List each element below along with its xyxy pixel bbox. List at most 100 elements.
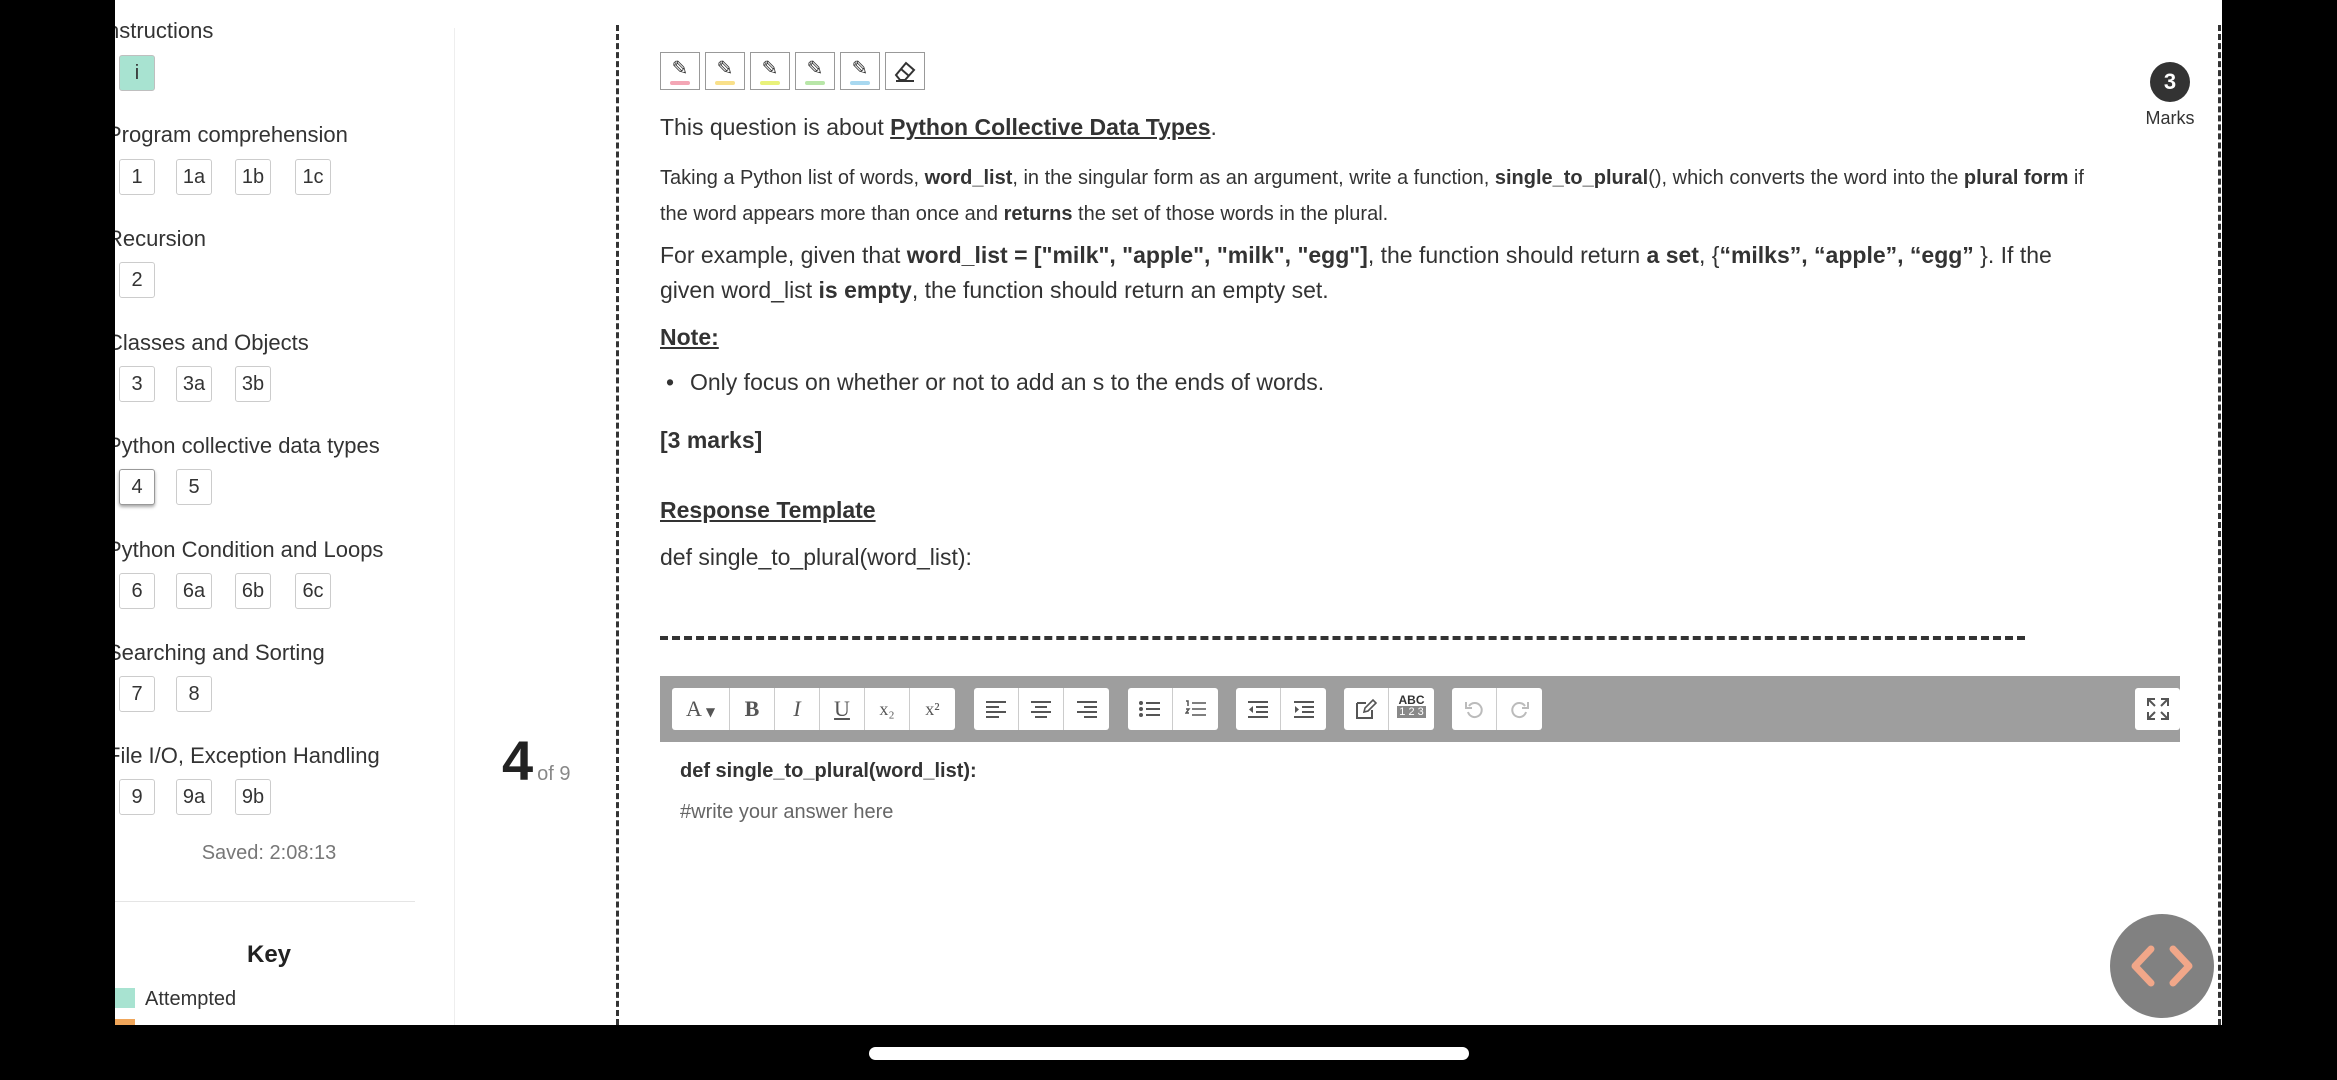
italic-button[interactable]: I bbox=[775, 688, 820, 730]
editor-toolbar: A ▼ B I U x₂ x² ABC 1 2 3 bbox=[660, 676, 2180, 742]
bulleted-list-icon bbox=[1139, 701, 1160, 717]
pencil-icon: ✎ bbox=[716, 58, 734, 80]
nav-button-8[interactable]: 8 bbox=[176, 676, 212, 712]
nav-button-5[interactable]: 5 bbox=[176, 469, 212, 505]
p1-bold: returns bbox=[1003, 203, 1073, 225]
question-paragraph-1: Taking a Python list of words, word_list… bbox=[660, 160, 2100, 232]
edit-pencil-icon bbox=[1356, 698, 1378, 719]
fullscreen-group bbox=[2135, 688, 2180, 730]
superscript-button[interactable]: x² bbox=[910, 688, 955, 730]
numbered-list-button[interactable] bbox=[1173, 688, 1218, 730]
history-group bbox=[1452, 688, 1542, 730]
spell-check-icon: ABC 1 2 3 bbox=[1397, 693, 1426, 718]
nav-button-9a[interactable]: 9a bbox=[176, 779, 212, 815]
question-counter: 4 of 9 bbox=[502, 728, 571, 793]
underline-button[interactable]: U bbox=[820, 688, 865, 730]
nav-button-6[interactable]: 6 bbox=[119, 573, 155, 609]
caret-down-icon: ▼ bbox=[705, 705, 716, 719]
question-panel: ✎ ✎ ✎ ✎ ✎ This question is about Python … bbox=[660, 0, 2200, 1025]
nav-button-3a[interactable]: 3a bbox=[176, 366, 212, 402]
p1-text: the set of those words in the plural. bbox=[1072, 203, 1389, 225]
highlighter-orange-button[interactable]: ✎ bbox=[705, 52, 745, 90]
undo-button[interactable] bbox=[1452, 688, 1497, 730]
nav-button-6a[interactable]: 6a bbox=[176, 573, 212, 609]
nav-button-7[interactable]: 7 bbox=[119, 676, 155, 712]
spell-bottom-label: 1 2 3 bbox=[1397, 706, 1426, 718]
numbered-list-icon bbox=[1184, 700, 1206, 716]
nav-button-4[interactable]: 4 bbox=[119, 469, 155, 505]
app-screen: nstructions i Program comprehension 1 1a… bbox=[115, 0, 2222, 1025]
nav-button-3b[interactable]: 3b bbox=[235, 366, 271, 402]
font-dropdown-button[interactable]: A ▼ bbox=[672, 688, 730, 730]
p1-bold: plural form bbox=[1963, 167, 2069, 189]
home-indicator[interactable] bbox=[869, 1047, 1469, 1060]
align-right-button[interactable] bbox=[1064, 688, 1109, 730]
align-left-button[interactable] bbox=[974, 688, 1019, 730]
fullscreen-button[interactable] bbox=[2135, 688, 2180, 730]
content-left-border bbox=[616, 25, 619, 1025]
nav-button-1b[interactable]: 1b bbox=[235, 159, 271, 195]
template-divider bbox=[660, 636, 2025, 640]
nav-button-9b[interactable]: 9b bbox=[235, 779, 271, 815]
nav-button-1c[interactable]: 1c bbox=[295, 159, 331, 195]
align-center-icon bbox=[1031, 701, 1051, 718]
pencil-icon: ✎ bbox=[851, 58, 869, 80]
key-attempted: Attempted bbox=[115, 988, 236, 1011]
nav-button-9[interactable]: 9 bbox=[119, 779, 155, 815]
editor-code-line: def single_to_plural(word_list): bbox=[680, 760, 977, 782]
p2-text: For example, given that bbox=[660, 242, 907, 268]
subscript-button[interactable]: x₂ bbox=[865, 688, 910, 730]
nav-button-2[interactable]: 2 bbox=[119, 262, 155, 298]
nav-button-i[interactable]: i bbox=[119, 55, 155, 91]
p2-bold: “milks”, “apple”, “egg” bbox=[1719, 242, 1974, 268]
nav-button-1a[interactable]: 1a bbox=[176, 159, 212, 195]
section-title-python-collective-data-types: Python collective data types bbox=[115, 433, 380, 458]
nav-button-3[interactable]: 3 bbox=[119, 366, 155, 402]
sidebar-divider bbox=[454, 28, 455, 1025]
marks-text: [3 marks] bbox=[660, 427, 763, 453]
edit-tools-group: ABC 1 2 3 bbox=[1344, 688, 1434, 730]
highlighter-pink-button[interactable]: ✎ bbox=[660, 52, 700, 90]
spell-top-label: ABC bbox=[1398, 693, 1425, 707]
marks-badge: 3 Marks bbox=[2145, 62, 2195, 129]
fullscreen-icon bbox=[2146, 698, 2169, 720]
bold-button[interactable]: B bbox=[730, 688, 775, 730]
section-title-classes-and-objects: Classes and Objects bbox=[115, 330, 309, 355]
redo-icon bbox=[1510, 702, 1529, 719]
p2-bold: a set bbox=[1646, 242, 1699, 268]
response-template-heading: Response Template bbox=[660, 497, 876, 523]
editor-comment-line: #write your answer here bbox=[680, 801, 894, 823]
content-right-border bbox=[2218, 25, 2221, 1025]
text-format-group: A ▼ B I U x₂ x² bbox=[672, 688, 955, 730]
nav-button-6b[interactable]: 6b bbox=[235, 573, 271, 609]
question-navigator-sidebar: nstructions i Program comprehension 1 1a… bbox=[115, 0, 455, 1025]
highlighter-yellow-button[interactable]: ✎ bbox=[750, 52, 790, 90]
pink-swatch bbox=[670, 81, 690, 85]
yellow-swatch bbox=[760, 81, 780, 85]
edit-button[interactable] bbox=[1344, 688, 1389, 730]
highlighter-toolbar: ✎ ✎ ✎ ✎ ✎ bbox=[660, 52, 925, 90]
highlighter-blue-button[interactable]: ✎ bbox=[840, 52, 880, 90]
note-bullet: Only focus on whether or not to add an s… bbox=[666, 369, 1324, 396]
indent-button[interactable] bbox=[1281, 688, 1326, 730]
flagged-swatch bbox=[115, 1019, 135, 1025]
indent-group bbox=[1236, 688, 1326, 730]
highlighter-green-button[interactable]: ✎ bbox=[795, 52, 835, 90]
bulleted-list-button[interactable] bbox=[1128, 688, 1173, 730]
saved-timestamp: Saved: 2:08:13 bbox=[201, 842, 337, 864]
p1-bold: word_list bbox=[924, 167, 1013, 189]
question-intro: This question is about Python Collective… bbox=[660, 114, 1217, 141]
outdent-button[interactable] bbox=[1236, 688, 1281, 730]
eraser-button[interactable] bbox=[885, 52, 925, 90]
answer-editor[interactable]: def single_to_plural(word_list): #write … bbox=[660, 742, 2180, 1025]
redo-button[interactable] bbox=[1497, 688, 1542, 730]
code-view-fab[interactable] bbox=[2110, 914, 2214, 1018]
align-left-icon bbox=[986, 701, 1006, 718]
alignment-group bbox=[974, 688, 1109, 730]
nav-button-6c[interactable]: 6c bbox=[295, 573, 331, 609]
spell-check-button[interactable]: ABC 1 2 3 bbox=[1389, 688, 1434, 730]
outdent-icon bbox=[1248, 701, 1268, 718]
total-questions: of 9 bbox=[537, 763, 571, 785]
nav-button-1[interactable]: 1 bbox=[119, 159, 155, 195]
align-center-button[interactable] bbox=[1019, 688, 1064, 730]
